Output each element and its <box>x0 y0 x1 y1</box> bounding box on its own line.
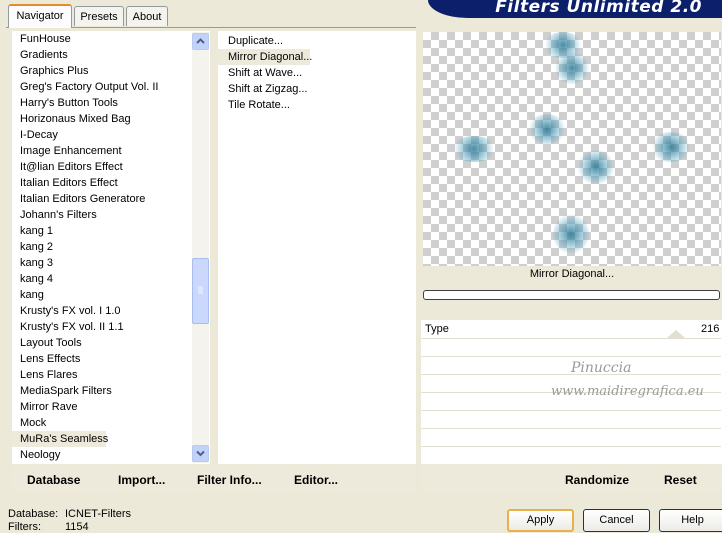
filters-count-label: Filters: <box>8 521 41 533</box>
category-item[interactable]: Italian Editors Generatore <box>12 191 192 207</box>
category-item[interactable]: MuRa's Seamless <box>12 431 108 447</box>
slider-pointer-icon[interactable] <box>667 330 685 338</box>
param-row-divider <box>421 410 721 411</box>
scroll-down-button[interactable] <box>192 445 209 462</box>
filter-item[interactable]: Duplicate... <box>218 33 398 49</box>
category-item[interactable]: kang 4 <box>12 271 192 287</box>
app-banner: Filters Unlimited 2.0 <box>428 0 722 18</box>
category-item[interactable]: kang <box>12 287 192 303</box>
preview-blob <box>451 136 497 162</box>
category-item[interactable]: kang 3 <box>12 255 192 271</box>
category-item[interactable]: Gradients <box>12 47 192 63</box>
preview-filter-name: Mirror Diagonal... <box>529 268 615 280</box>
parameter-panel[interactable]: Type 216 Pinuccia www.maidiregrafica.eu <box>421 320 722 464</box>
preview-blob <box>578 150 614 184</box>
reset-button[interactable]: Reset <box>664 473 697 487</box>
category-item[interactable]: Layout Tools <box>12 335 192 351</box>
editor-button[interactable]: Editor... <box>294 473 338 487</box>
category-item[interactable]: Neology <box>12 447 192 463</box>
category-item[interactable]: Graphics Plus <box>12 63 192 79</box>
apply-button[interactable]: Apply <box>507 509 574 532</box>
category-list[interactable]: FunHouse Gradients Graphics Plus Greg's Fac… <box>12 31 210 464</box>
scroll-thumb[interactable] <box>192 258 209 324</box>
database-status-value: ICNET-Filters <box>65 508 131 520</box>
randomize-button[interactable]: Randomize <box>565 473 629 487</box>
database-button[interactable]: Database <box>27 473 80 487</box>
category-item[interactable]: Italian Editors Effect <box>12 175 192 191</box>
category-item[interactable]: Greg's Factory Output Vol. II <box>12 79 192 95</box>
category-item[interactable]: Lens Effects <box>12 351 192 367</box>
import-button[interactable]: Import... <box>118 473 165 487</box>
chevron-up-icon <box>196 38 205 44</box>
filter-item[interactable]: Tile Rotate... <box>218 97 398 113</box>
param-row-divider <box>421 446 721 447</box>
filter-item[interactable]: Mirror Diagonal... <box>218 49 312 65</box>
help-button[interactable]: Help <box>659 509 722 532</box>
param-value[interactable]: 216 <box>701 323 719 335</box>
category-item[interactable]: Lens Flares <box>12 367 192 383</box>
preview-blob <box>651 132 691 162</box>
preview-blob <box>553 214 589 254</box>
category-item[interactable]: Mock <box>12 415 192 431</box>
grip-icon <box>198 286 203 294</box>
tab-navigator[interactable]: Navigator <box>8 4 72 28</box>
scroll-up-button[interactable] <box>192 33 209 50</box>
category-item[interactable]: Harry's Button Tools <box>12 95 192 111</box>
filter-item[interactable]: Shift at Wave... <box>218 65 398 81</box>
cancel-button[interactable]: Cancel <box>583 509 650 532</box>
category-item[interactable]: FunHouse <box>12 31 192 47</box>
category-item[interactable]: Krusty's FX vol. I 1.0 <box>12 303 192 319</box>
chevron-down-icon <box>196 450 205 457</box>
watermark-name: Pinuccia <box>571 360 632 376</box>
category-item[interactable]: Mirror Rave <box>12 399 192 415</box>
database-status-label: Database: <box>8 508 59 520</box>
watermark-url: www.maidiregrafica.eu <box>551 384 704 399</box>
category-item[interactable]: It@lian Editors Effect <box>12 159 192 175</box>
category-item[interactable]: Image Enhancement <box>12 143 192 159</box>
preview-blob <box>555 52 589 84</box>
category-item[interactable]: I-Decay <box>12 127 192 143</box>
preview-blob <box>528 114 566 144</box>
progress-bar <box>423 290 720 300</box>
filter-item[interactable]: Shift at Zigzag... <box>218 81 398 97</box>
category-item[interactable]: kang 1 <box>12 223 192 239</box>
param-row-divider <box>421 356 721 357</box>
category-scrollbar[interactable] <box>192 32 209 463</box>
filters-count-value: 1154 <box>65 521 89 533</box>
category-item[interactable]: MediaSpark Filters <box>12 383 192 399</box>
param-label: Type <box>425 323 449 335</box>
category-item[interactable]: Krusty's FX vol. II 1.1 <box>12 319 192 335</box>
category-item[interactable]: Horizonaus Mixed Bag <box>12 111 192 127</box>
banner-title: Filters Unlimited 2.0 <box>495 0 702 17</box>
param-row-divider <box>421 428 721 429</box>
category-item[interactable]: kang 2 <box>12 239 192 255</box>
filter-list[interactable]: Duplicate... Mirror Diagonal... Shift at W… <box>218 31 416 464</box>
param-row-divider <box>421 338 721 339</box>
tab-presets[interactable]: Presets <box>74 6 124 26</box>
tab-about[interactable]: About <box>126 6 168 26</box>
preview-canvas <box>423 32 721 266</box>
filter-info-button[interactable]: Filter Info... <box>197 473 262 487</box>
category-item[interactable]: Johann's Filters <box>12 207 192 223</box>
